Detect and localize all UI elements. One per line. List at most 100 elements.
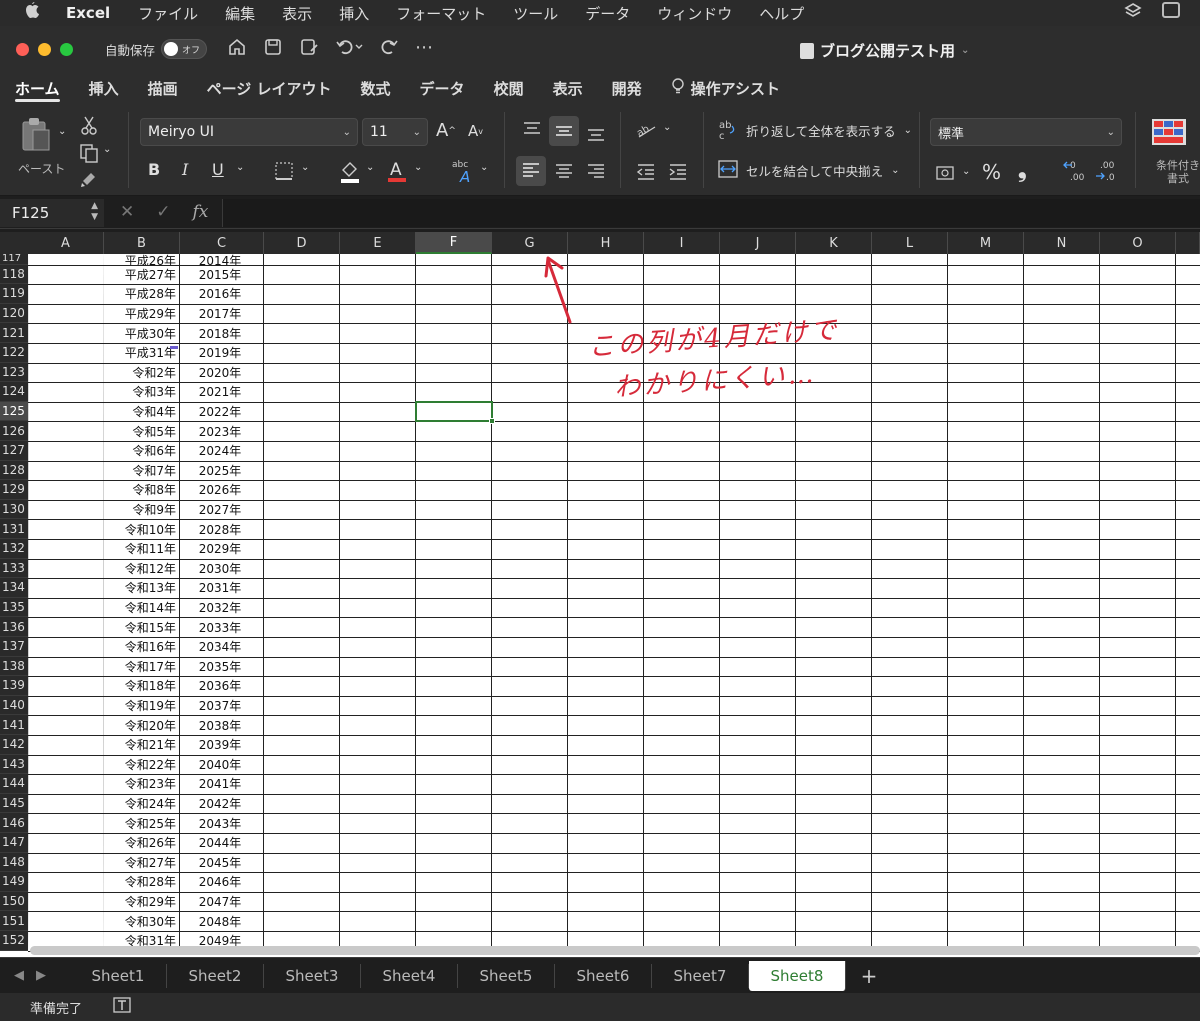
cell-gregorian-year[interactable]: 2024年	[180, 441, 264, 461]
cell-gregorian-year[interactable]: 2048年	[180, 911, 264, 931]
row-header[interactable]: 125	[0, 401, 28, 422]
cell-gregorian-year[interactable]: 2034年	[180, 637, 264, 657]
row-header[interactable]: 139	[0, 676, 28, 696]
sheet-tab[interactable]: Sheet3	[264, 963, 361, 988]
cell-gregorian-year[interactable]: 2037年	[180, 696, 264, 716]
align-left-icon[interactable]	[516, 156, 546, 186]
add-sheet-icon[interactable]: +	[846, 964, 892, 988]
tab-insert[interactable]: 挿入	[89, 72, 119, 104]
row-header[interactable]: 133	[0, 558, 28, 579]
row-header[interactable]: 123	[0, 362, 28, 383]
menu-help[interactable]: ヘルプ	[759, 3, 804, 24]
underline-options-chevron-icon[interactable]: ⌄	[236, 162, 244, 173]
cell-gregorian-year[interactable]: 2016年	[180, 284, 264, 304]
row-header[interactable]: 143	[0, 754, 28, 775]
column-header-partial[interactable]	[1176, 232, 1200, 254]
align-center-icon[interactable]	[550, 158, 578, 186]
next-sheet-icon[interactable]: ▶	[36, 968, 46, 983]
active-cell-selection[interactable]	[415, 400, 495, 425]
row-header[interactable]: 147	[0, 833, 28, 853]
save-icon[interactable]	[263, 37, 283, 62]
align-top-icon[interactable]	[518, 116, 546, 144]
borders-chevron-icon[interactable]: ⌄	[301, 162, 309, 173]
fill-color-icon[interactable]	[338, 160, 362, 184]
tab-review[interactable]: 校閲	[494, 72, 524, 104]
tab-draw[interactable]: 描画	[148, 72, 178, 104]
fill-color-chevron-icon[interactable]: ⌄	[366, 162, 374, 173]
borders-icon[interactable]	[273, 160, 295, 182]
row-header[interactable]: 120	[0, 303, 28, 324]
increase-indent-icon[interactable]	[666, 160, 690, 184]
merge-center-button[interactable]: セルを結合して中央揃え ⌄	[718, 160, 900, 181]
tab-view[interactable]: 表示	[553, 72, 583, 104]
cell-gregorian-year[interactable]: 2039年	[180, 735, 264, 755]
menu-edit[interactable]: 編集	[225, 3, 255, 24]
menu-file[interactable]: ファイル	[138, 3, 198, 24]
cell-japanese-era[interactable]: 令和23年	[104, 774, 180, 794]
row-header[interactable]: 118	[0, 264, 28, 285]
italic-button[interactable]: I	[182, 160, 188, 179]
cell-gregorian-year[interactable]: 2021年	[180, 382, 264, 402]
cell-gregorian-year[interactable]: 2029年	[180, 539, 264, 559]
row-header[interactable]: 119	[0, 284, 28, 304]
cell-gregorian-year[interactable]: 2015年	[180, 265, 264, 285]
cell-gregorian-year[interactable]: 2027年	[180, 500, 264, 520]
enter-icon[interactable]: ✓	[156, 202, 170, 222]
align-middle-icon[interactable]	[549, 116, 579, 146]
document-title[interactable]: ブログ公開テスト用 ⌄	[800, 40, 969, 61]
cell-gregorian-year[interactable]: 2020年	[180, 363, 264, 383]
tab-tell-me[interactable]: 操作アシスト	[671, 72, 780, 104]
number-format-select[interactable]: 標準 ⌄	[930, 118, 1122, 146]
row-header[interactable]: 144	[0, 774, 28, 794]
cell-gregorian-year[interactable]: 2018年	[180, 323, 264, 343]
tab-data[interactable]: データ	[420, 72, 465, 104]
cell-gregorian-year[interactable]: 2032年	[180, 598, 264, 618]
phonetic-chevron-icon[interactable]: ⌄	[480, 162, 488, 173]
formula-input[interactable]	[222, 199, 1200, 227]
cell-japanese-era[interactable]: 平成30年	[104, 323, 180, 343]
cell-gregorian-year[interactable]: 2041年	[180, 774, 264, 794]
row-header[interactable]: 142	[0, 735, 28, 755]
row-header[interactable]: 141	[0, 715, 28, 735]
row-header[interactable]: 130	[0, 499, 28, 520]
sheet-tab[interactable]: Sheet7	[652, 963, 749, 988]
row-header[interactable]: 140	[0, 695, 28, 716]
cell-gregorian-year[interactable]: 2028年	[180, 519, 264, 539]
row-header[interactable]: 129	[0, 480, 28, 500]
cell-gregorian-year[interactable]: 2031年	[180, 578, 264, 598]
menu-view[interactable]: 表示	[282, 3, 312, 24]
cell-japanese-era[interactable]: 令和19年	[104, 696, 180, 716]
cell-japanese-era[interactable]: 令和20年	[104, 715, 180, 735]
cell-gregorian-year[interactable]: 2036年	[180, 676, 264, 696]
name-box[interactable]: F125 ▲ ▼	[0, 199, 104, 227]
cell-gregorian-year[interactable]: 2017年	[180, 304, 264, 324]
cell-japanese-era[interactable]: 令和11年	[104, 539, 180, 559]
cell-japanese-era[interactable]: 令和9年	[104, 500, 180, 520]
tab-page-layout[interactable]: ページ レイアウト	[207, 72, 332, 104]
cell-japanese-era[interactable]: 令和4年	[104, 402, 180, 422]
cell-gregorian-year[interactable]: 2030年	[180, 559, 264, 579]
cell-japanese-era[interactable]: 令和3年	[104, 382, 180, 402]
row-header[interactable]: 126	[0, 421, 28, 441]
cell-japanese-era[interactable]: 令和17年	[104, 657, 180, 677]
cell-gregorian-year[interactable]: 2042年	[180, 794, 264, 814]
decrease-decimal-icon[interactable]: .00.0	[1094, 158, 1120, 184]
row-header[interactable]: 131	[0, 519, 28, 539]
cell-japanese-era[interactable]: 令和10年	[104, 519, 180, 539]
column-header[interactable]: C	[180, 232, 264, 254]
font-size-select[interactable]: 11 ⌄	[362, 118, 428, 146]
text-orientation-chevron-icon[interactable]: ⌄	[663, 122, 671, 133]
column-header[interactable]: E	[340, 232, 416, 254]
font-color-chevron-icon[interactable]: ⌄	[414, 162, 422, 173]
cell-gregorian-year[interactable]: 2045年	[180, 853, 264, 873]
column-header[interactable]: O	[1100, 232, 1176, 254]
sheet-tab[interactable]: Sheet5	[458, 963, 555, 988]
decrease-font-size-icon[interactable]: Av	[468, 122, 483, 140]
name-box-stepper-icon[interactable]: ▲ ▼	[91, 201, 98, 223]
cell-japanese-era[interactable]: 令和16年	[104, 637, 180, 657]
fill-handle[interactable]	[489, 418, 495, 425]
cell-japanese-era[interactable]: 令和15年	[104, 617, 180, 637]
copy-options-chevron-icon[interactable]: ⌄	[103, 144, 111, 155]
tab-home[interactable]: ホーム	[15, 72, 60, 104]
row-header[interactable]: 122	[0, 343, 28, 363]
